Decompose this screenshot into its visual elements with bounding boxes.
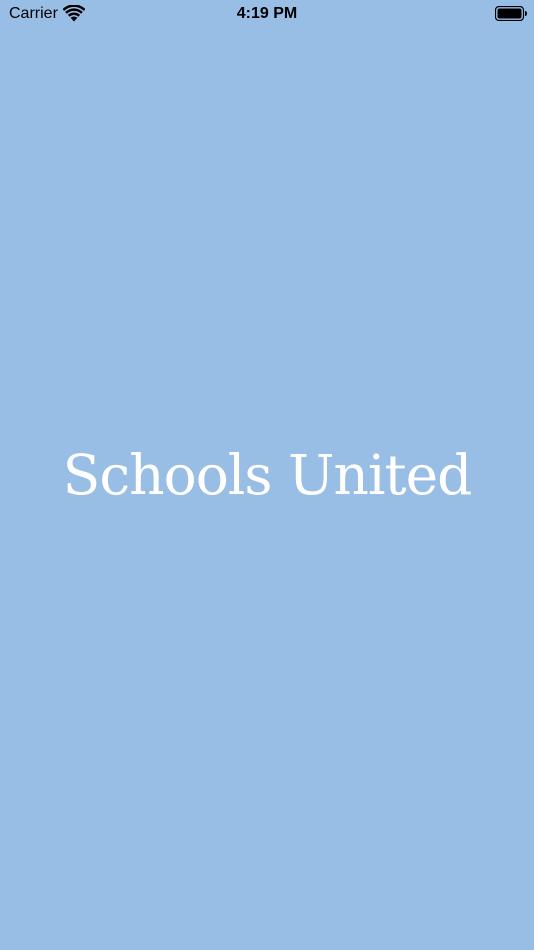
status-bar: Carrier 4:19 PM [0,0,534,28]
status-time: 4:19 PM [236,5,298,22]
brand-logo: Schools United [62,443,473,507]
splash-screen: Carrier 4:19 PM Schools United [0,0,534,950]
battery-icon [494,5,528,22]
